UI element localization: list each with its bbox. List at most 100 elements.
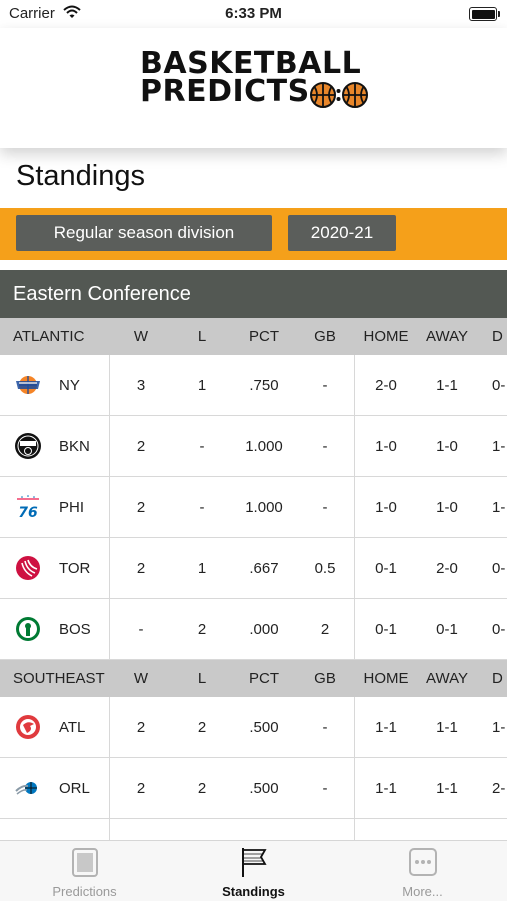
team-abbr: TOR [59,559,91,577]
stat-gb: - [322,437,328,455]
page-title: Standings [16,160,145,192]
division-header: ATLANTIC W L PCT GB HOME AWAY D [0,318,507,355]
division-header: SOUTHEAST W L PCT GB HOME AWAY D [0,660,507,697]
tab-label: Standings [222,884,285,899]
stat-gb: 0.5 [314,559,336,577]
flag-icon [242,848,267,877]
clock: 6:33 PM [225,5,282,22]
stat-away: 1-0 [436,498,458,516]
col-pct: PCT [249,670,279,687]
stat-div: 0- [492,620,506,638]
stat-home: 1-0 [375,498,397,516]
stat-away: 1-0 [436,437,458,455]
team-abbr: ATL [59,718,86,736]
season-filter-button[interactable]: 2020-21 [288,215,396,251]
stat-w: 3 [136,376,146,394]
division-filter-button[interactable]: Regular season division [16,215,272,251]
tab-label: More... [402,884,443,899]
stat-l: 2 [197,718,207,736]
col-l: L [197,670,207,687]
stat-gb: - [322,779,328,797]
team-cell: BOS [0,599,110,659]
nets-logo-icon [15,433,41,459]
team-cell: BKN [0,416,110,476]
col-div: D [492,670,503,687]
team-cell: 76 PHI [0,477,110,537]
division-name: ATLANTIC [13,328,85,345]
team-abbr: BKN [59,437,90,455]
stat-pct: 1.000 [245,437,283,455]
col-w: W [133,328,149,345]
battery-icon [469,7,500,21]
stat-gb: - [322,718,328,736]
status-bar: Carrier 6:33 PM [0,0,507,28]
tab-label: Predictions [52,884,117,899]
stat-pct: 1.000 [245,498,283,516]
col-home: HOME [363,328,409,345]
stat-home: 1-0 [375,437,397,455]
table-row[interactable]: 76 PHI 2 - 1.000 - 1-0 1-0 1- [0,477,507,538]
col-div: D [492,328,503,345]
stat-l: 1 [197,559,207,577]
stat-pct: .500 [249,779,279,797]
app-header: BASKETBALL PREDICTS [0,28,507,148]
stat-home: 1-1 [375,718,397,736]
stat-l: 2 [197,620,207,638]
team-abbr: BOS [59,620,91,638]
col-gb: GB [314,670,336,687]
stat-l: - [199,437,205,455]
tab-bar: Predictions Standings More... [0,840,507,901]
raptors-logo-icon [16,556,40,580]
stat-div: 2- [492,779,506,797]
stat-div: 1- [492,498,506,516]
col-l: L [197,328,207,345]
tab-more[interactable]: More... [338,841,507,901]
stat-w: 2 [136,718,146,736]
team-cell: TOR [0,538,110,598]
stat-gb: - [322,498,328,516]
table-row[interactable]: BOS - 2 .000 2 0-1 0-1 0- [0,599,507,660]
team-cell: NY [0,355,110,415]
stat-l: 1 [197,376,207,394]
stat-pct: .667 [249,559,279,577]
stat-w: - [138,620,144,638]
team-cell: ATL [0,697,110,757]
stat-away: 1-1 [436,718,458,736]
svg-text:76: 76 [18,505,38,521]
table-row[interactable]: ORL 2 2 .500 - 1-1 1-1 2- [0,758,507,819]
stat-away: 1-1 [436,779,458,797]
stat-gb: 2 [320,620,330,638]
hawks-logo-icon [16,715,40,739]
stat-pct: .500 [249,718,279,736]
stat-div: 1- [492,437,506,455]
stat-home: 0-1 [375,559,397,577]
tab-standings[interactable]: Standings [169,841,338,901]
col-away: AWAY [426,328,468,345]
magic-logo-icon [15,782,37,795]
division-name: SOUTHEAST [13,670,105,687]
stat-home: 0-1 [375,620,397,638]
col-pct: PCT [249,328,279,345]
table-row[interactable]: TOR 2 1 .667 0.5 0-1 2-0 0- [0,538,507,599]
stat-l: 2 [197,779,207,797]
stat-away: 2-0 [436,559,458,577]
app-logo: BASKETBALL PREDICTS [140,49,370,110]
stat-pct: .750 [249,376,279,394]
conference-header: Eastern Conference [0,270,507,318]
stat-w: 2 [136,437,146,455]
stat-div: 0- [492,559,506,577]
sixers-logo-icon: 76 [17,495,39,521]
stat-home: 2-0 [375,376,397,394]
stat-away: 0-1 [436,620,458,638]
team-abbr: NY [59,376,80,394]
tab-predictions[interactable]: Predictions [0,841,169,901]
stat-home: 1-1 [375,779,397,797]
stat-w: 2 [136,498,146,516]
table-row[interactable]: NY 3 1 .750 - 2-0 1-1 0- [0,355,507,416]
table-row[interactable]: ATL 2 2 .500 - 1-1 1-1 1- [0,697,507,758]
col-away: AWAY [426,670,468,687]
predictions-icon [72,848,98,877]
table-row[interactable]: BKN 2 - 1.000 - 1-0 1-0 1- [0,416,507,477]
standings-table[interactable]: ATLANTIC W L PCT GB HOME AWAY D NY 3 1 .… [0,318,507,843]
stat-w: 2 [136,779,146,797]
